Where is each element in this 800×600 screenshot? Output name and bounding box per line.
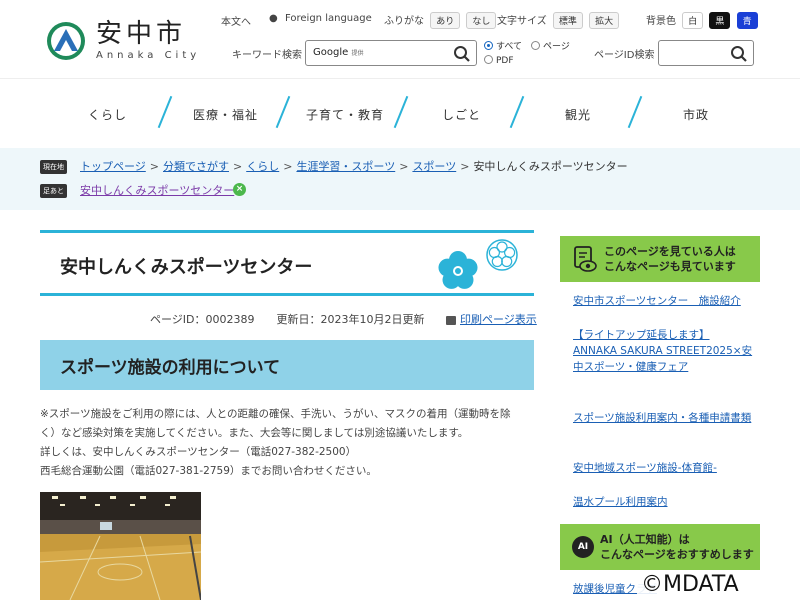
pageid-search-label: ページID検索 bbox=[594, 50, 655, 61]
related-link[interactable]: 安中市スポーツセンター 施設紹介 bbox=[573, 293, 753, 309]
body-text: ※スポーツ施設をご利用の際には、人との距離の確保、手洗い、うがい、マスクの着用（… bbox=[40, 405, 534, 481]
radio-pdf[interactable] bbox=[484, 55, 493, 64]
foreign-language-link[interactable]: Foreign language bbox=[285, 13, 372, 24]
google-provided-text: 提供 bbox=[351, 50, 364, 57]
ai-header-line2: こんなページをおすすめします bbox=[600, 548, 754, 561]
page: 安中市 Annaka City 本文へ ● Foreign language ふ… bbox=[0, 0, 800, 600]
print-link[interactable]: 印刷ページ表示 bbox=[446, 311, 537, 327]
breadcrumb-current: 安中しんくみスポーツセンター bbox=[473, 160, 628, 173]
nav-divider bbox=[627, 95, 643, 129]
nav-item-shisei[interactable]: 市政 bbox=[683, 106, 709, 123]
ai-icon: AI bbox=[572, 536, 594, 558]
gym-interior-image bbox=[40, 492, 201, 600]
document-eye-icon bbox=[574, 246, 597, 272]
search-scope-radios: すべて ページ PDF bbox=[484, 40, 570, 68]
logo-roman: Annaka City bbox=[96, 50, 201, 61]
site-header: 安中市 Annaka City 本文へ ● Foreign language ふ… bbox=[0, 0, 800, 78]
ai-recommend-header: AI AI（人工知能）は こんなページをおすすめします bbox=[560, 524, 760, 570]
breadcrumb-kurashi[interactable]: くらし bbox=[246, 160, 279, 173]
bgcolor-control: 背景色 白 黒 青 bbox=[646, 12, 758, 29]
body-line: く）など感染対策を実施してください。また、大会等に関しましては別途協議いたします… bbox=[40, 427, 469, 439]
section-title: スポーツ施設の利用について bbox=[60, 358, 281, 378]
page-id: ページID：0002389 bbox=[150, 313, 255, 326]
logo-name: 安中市 bbox=[96, 19, 187, 49]
current-location-badge: 現在地 bbox=[40, 160, 67, 174]
nav-divider bbox=[393, 95, 409, 129]
furigana-off-button[interactable]: なし bbox=[466, 12, 497, 29]
nav-item-iryo[interactable]: 医療・福祉 bbox=[193, 106, 258, 123]
related-header-line1: このページを見ている人は bbox=[604, 245, 736, 258]
ai-header-line1: AI（人工知能）は bbox=[600, 533, 690, 546]
furigana-on-button[interactable]: あり bbox=[430, 12, 461, 29]
body-line: 西毛総合運動公園（電話027-381-2759）までお問い合わせください。 bbox=[40, 465, 377, 477]
keyword-search-label: キーワード検索 bbox=[232, 50, 302, 61]
fontsize-large-button[interactable]: 拡大 bbox=[589, 12, 620, 29]
watermark: ©MDATA bbox=[637, 570, 800, 600]
nav-item-kurashi[interactable]: くらし bbox=[88, 106, 127, 123]
radio-all[interactable] bbox=[484, 41, 493, 50]
skip-to-content-link[interactable]: 本文へ bbox=[221, 13, 251, 28]
pageid-search-input[interactable] bbox=[658, 40, 754, 66]
breadcrumb-top[interactable]: トップページ bbox=[80, 160, 146, 173]
related-link[interactable]: 【ライトアップ延長します】ANNAKA SAKURA STREET2025×安中… bbox=[573, 327, 753, 375]
close-icon[interactable]: × bbox=[233, 183, 246, 196]
nav-item-kosodate[interactable]: 子育て・教育 bbox=[306, 106, 384, 123]
nav-divider bbox=[157, 95, 173, 129]
global-nav: くらし 医療・福祉 子育て・教育 しごと 観光 市政 bbox=[0, 78, 800, 148]
radio-pdf-label: PDF bbox=[496, 56, 514, 66]
fontsize-control: 文字サイズ 標準 拡大 bbox=[497, 12, 620, 29]
furigana-control: ふりがな あり なし bbox=[384, 12, 497, 29]
city-emblem-icon bbox=[47, 21, 85, 60]
google-text: Google bbox=[313, 47, 349, 58]
trail-badge: 足あと bbox=[40, 184, 67, 198]
bg-blue-button[interactable]: 青 bbox=[736, 12, 758, 29]
page-meta: ページID：0002389 更新日：2023年10月2日更新 bbox=[150, 311, 424, 327]
trail-link[interactable]: 安中しんくみスポーツセンター bbox=[80, 182, 234, 198]
fontsize-normal-button[interactable]: 標準 bbox=[552, 12, 583, 29]
breadcrumb-sports[interactable]: スポーツ bbox=[412, 160, 456, 173]
search-icon[interactable] bbox=[730, 45, 748, 63]
keyword-search-input[interactable]: Google 提供 bbox=[305, 40, 477, 66]
breadcrumb-bunrui[interactable]: 分類でさがす bbox=[163, 160, 229, 173]
flower-decoration-icon bbox=[438, 239, 518, 289]
breadcrumb: トップページ > 分類でさがす > くらし > 生涯学習・スポーツ > スポーツ > 安中しんくみス… bbox=[80, 160, 628, 173]
furigana-label: ふりがな bbox=[384, 16, 424, 27]
body-line: 詳しくは、安中しんくみスポーツセンター（電話027-382-2500） bbox=[40, 446, 357, 458]
related-pages-header: このページを見ている人は こんなページも見ています bbox=[560, 236, 760, 282]
nav-item-kanko[interactable]: 観光 bbox=[565, 106, 591, 123]
related-link[interactable]: 安中地域スポーツ施設-体育館- bbox=[573, 460, 753, 476]
nav-item-shigoto[interactable]: しごと bbox=[442, 106, 481, 123]
related-header-line2: こんなページも見ています bbox=[604, 260, 736, 273]
fontsize-label: 文字サイズ bbox=[497, 16, 547, 27]
search-icon[interactable] bbox=[453, 45, 471, 63]
printer-icon bbox=[446, 315, 456, 325]
radio-all-label: すべて bbox=[496, 42, 523, 52]
page-title-box: 安中しんくみスポーツセンター bbox=[40, 230, 534, 296]
site-logo[interactable]: 安中市 Annaka City bbox=[46, 20, 200, 61]
bg-black-button[interactable]: 黒 bbox=[709, 12, 731, 29]
section-heading: スポーツ施設の利用について bbox=[40, 340, 534, 390]
gym-photo bbox=[40, 492, 201, 600]
breadcrumb-shogai[interactable]: 生涯学習・スポーツ bbox=[296, 160, 395, 173]
print-label: 印刷ページ表示 bbox=[460, 313, 537, 326]
updated-date: 更新日：2023年10月2日更新 bbox=[276, 313, 425, 326]
bgcolor-label: 背景色 bbox=[646, 16, 676, 27]
google-label: Google 提供 bbox=[313, 47, 363, 58]
bg-white-button[interactable]: 白 bbox=[682, 12, 704, 29]
nav-divider bbox=[275, 95, 291, 129]
globe-icon: ● bbox=[269, 13, 278, 24]
page-title: 安中しんくみスポーツセンター bbox=[60, 257, 313, 278]
related-link[interactable]: スポーツ施設利用案内・各種申請書類 bbox=[573, 410, 753, 426]
nav-divider bbox=[509, 95, 525, 129]
radio-page-label: ページ bbox=[543, 42, 570, 52]
body-line: ※スポーツ施設をご利用の際には、人との距離の確保、手洗い、うがい、マスクの着用（… bbox=[40, 408, 511, 420]
related-link[interactable]: 温水プール利用案内 bbox=[573, 494, 753, 510]
radio-page[interactable] bbox=[531, 41, 541, 50]
